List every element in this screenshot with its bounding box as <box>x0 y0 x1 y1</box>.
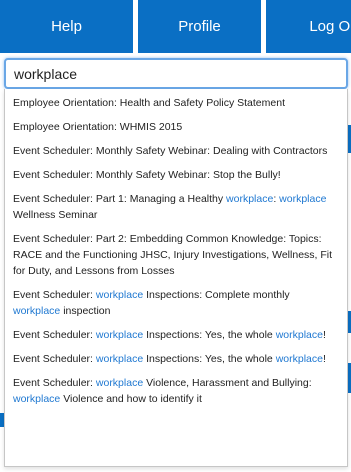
suggestion-match-highlight: workplace <box>13 393 61 405</box>
suggestion-text: ! <box>322 353 326 365</box>
suggestion-text: Event Scheduler: Part 2: Embedding Commo… <box>13 233 333 277</box>
suggestion-match-highlight: workplace <box>275 353 323 365</box>
logout-button[interactable]: Log Out <box>266 0 351 53</box>
search-input[interactable] <box>6 60 346 87</box>
suggestion-match-highlight: workplace <box>226 193 274 205</box>
suggestion-item[interactable]: Event Scheduler: Part 1: Managing a Heal… <box>5 187 347 227</box>
suggestion-match-highlight: workplace <box>275 329 323 341</box>
suggestion-text: Event Scheduler: Part 1: Managing a Heal… <box>13 193 227 205</box>
suggestion-match-highlight: workplace <box>95 353 144 365</box>
suggestion-item[interactable]: Event Scheduler: workplace Violence, Har… <box>5 371 347 411</box>
suggestion-text: Violence and how to identify it <box>60 393 202 405</box>
suggestion-match-highlight: workplace <box>95 329 144 341</box>
suggestion-text: Employee Orientation: Health and Safety … <box>13 97 285 109</box>
suggestion-item[interactable]: Employee Orientation: Health and Safety … <box>5 91 347 115</box>
suggestion-text: Inspections: Yes, the whole <box>143 353 276 365</box>
suggestion-match-highlight: workplace <box>279 193 327 205</box>
suggestion-text: Event Scheduler: <box>13 289 96 301</box>
suggestion-text: ! <box>322 329 326 341</box>
suggestion-text: Inspections: Yes, the whole <box>143 329 276 341</box>
suggestion-item[interactable]: Event Scheduler: Monthly Safety Webinar:… <box>5 163 347 187</box>
suggestion-text: Inspections: Complete monthly <box>143 289 290 301</box>
suggestion-text: Event Scheduler: <box>13 377 96 389</box>
top-navigation: Help Profile Log Out <box>0 0 351 53</box>
suggestion-text: Violence, Harassment and Bullying: <box>143 377 312 389</box>
suggestion-match-highlight: workplace <box>13 305 61 317</box>
suggestion-item[interactable]: Employee Orientation: WHMIS 2015 <box>5 115 347 139</box>
suggestion-text: Event Scheduler: <box>13 329 96 341</box>
profile-button[interactable]: Profile <box>138 0 261 53</box>
suggestion-match-highlight: workplace <box>95 289 144 301</box>
suggestion-list: Employee Orientation: Health and Safety … <box>5 89 347 411</box>
help-button[interactable]: Help <box>0 0 133 53</box>
suggestion-text: inspection <box>60 305 111 317</box>
suggestion-item[interactable]: Event Scheduler: workplace Inspections: … <box>5 347 347 371</box>
suggestion-item[interactable]: Event Scheduler: workplace Inspections: … <box>5 323 347 347</box>
suggestion-text: Event Scheduler: Monthly Safety Webinar:… <box>13 145 328 157</box>
suggestion-item[interactable]: Event Scheduler: Monthly Safety Webinar:… <box>5 139 347 163</box>
suggestion-item[interactable]: Event Scheduler: workplace Inspections: … <box>5 283 347 323</box>
search-box <box>4 58 348 89</box>
suggestion-text: Event Scheduler: <box>13 353 96 365</box>
suggestion-match-highlight: workplace <box>95 377 144 389</box>
suggestion-item[interactable]: Event Scheduler: Part 2: Embedding Commo… <box>5 227 347 283</box>
suggestion-text: Event Scheduler: Monthly Safety Webinar:… <box>13 169 281 181</box>
autocomplete-dropdown: Employee Orientation: Health and Safety … <box>4 89 348 467</box>
suggestion-text: Employee Orientation: WHMIS 2015 <box>13 121 183 133</box>
suggestion-text: Wellness Seminar <box>13 209 98 221</box>
